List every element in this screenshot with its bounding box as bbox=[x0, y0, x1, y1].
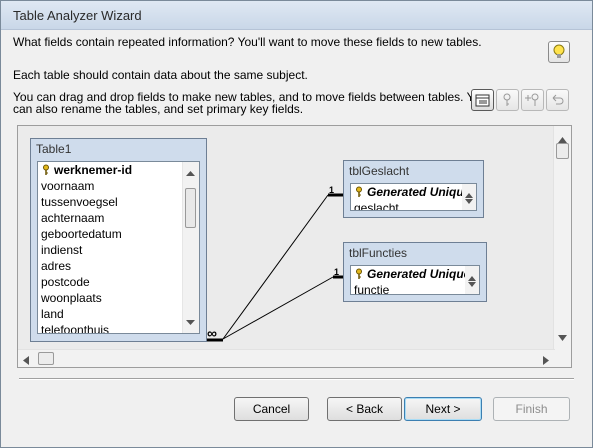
tblgeslacht-scrollbar[interactable] bbox=[462, 184, 476, 210]
scroll-up-icon[interactable] bbox=[186, 166, 195, 180]
table1-scrollbar[interactable] bbox=[182, 162, 199, 333]
tblfuncties-scrollbar[interactable] bbox=[465, 266, 479, 294]
key-icon bbox=[41, 164, 51, 176]
table1-field[interactable]: postcode bbox=[38, 274, 199, 290]
rename-table-icon bbox=[475, 94, 490, 107]
key-icon bbox=[354, 186, 364, 198]
table-analyzer-wizard-window: Table Analyzer Wizard What fields contai… bbox=[0, 0, 593, 448]
table1-title: Table1 bbox=[36, 142, 72, 156]
tblfuncties-field-list[interactable]: Generated Unique functie bbox=[350, 265, 480, 295]
lightbulb-icon[interactable] bbox=[548, 41, 570, 63]
tblfuncties-field[interactable]: functie bbox=[351, 282, 479, 294]
cancel-button[interactable]: Cancel bbox=[234, 397, 309, 421]
tblgeslacht-title: tblGeslacht bbox=[349, 164, 410, 178]
tblgeslacht-field[interactable]: geslacht bbox=[351, 200, 476, 210]
table1-field[interactable]: indienst bbox=[38, 242, 199, 258]
tblgeslacht-key-field[interactable]: Generated Unique bbox=[351, 184, 476, 200]
scrollbar-corner bbox=[554, 350, 571, 367]
table1-field[interactable]: woonplaats bbox=[38, 290, 199, 306]
tblfuncties-key-field-label: Generated Unique bbox=[367, 267, 471, 281]
table1-field-list[interactable]: werknemer-id voornaam tussenvoegsel acht… bbox=[37, 161, 200, 334]
tblgeslacht-field-list[interactable]: Generated Unique geslacht bbox=[350, 183, 477, 211]
canvas-vscroll-thumb[interactable] bbox=[556, 143, 569, 159]
tblfuncties-key-field[interactable]: Generated Unique bbox=[351, 266, 479, 282]
table1-field[interactable]: adres bbox=[38, 258, 199, 274]
tblgeslacht-key-field-label: Generated Unique bbox=[367, 185, 471, 199]
scroll-right-icon[interactable] bbox=[543, 354, 549, 367]
table1-field[interactable]: land bbox=[38, 306, 199, 322]
scroll-down-icon[interactable] bbox=[558, 330, 567, 344]
table1-field[interactable]: tussenvoegsel bbox=[38, 194, 199, 210]
undo-icon bbox=[552, 94, 564, 105]
rename-table-button[interactable] bbox=[471, 89, 494, 111]
instruction-line-2: Each table should contain data about the… bbox=[13, 68, 308, 82]
next-button[interactable]: Next > bbox=[404, 397, 482, 421]
canvas-horizontal-scrollbar[interactable] bbox=[18, 349, 555, 367]
add-generated-key-button[interactable] bbox=[521, 89, 544, 111]
footer-separator bbox=[19, 378, 574, 380]
table1-box[interactable]: Table1 werknemer-id voornaam tussenvoegs… bbox=[30, 138, 207, 342]
back-button[interactable]: < Back bbox=[327, 397, 402, 421]
set-primary-key-icon bbox=[503, 93, 511, 106]
one-label-functies: 1 bbox=[334, 267, 340, 277]
table1-field[interactable]: voornaam bbox=[38, 178, 199, 194]
undo-button[interactable] bbox=[546, 89, 569, 111]
key-icon bbox=[354, 268, 364, 280]
add-generated-key-icon bbox=[525, 93, 539, 106]
tblfuncties-title: tblFuncties bbox=[349, 246, 408, 260]
finish-button[interactable]: Finish bbox=[493, 397, 570, 421]
title-bar: Table Analyzer Wizard bbox=[1, 1, 592, 30]
table1-field[interactable]: geboortedatum bbox=[38, 226, 199, 242]
instruction-line-4: can also rename the tables, and set prim… bbox=[13, 102, 304, 116]
set-primary-key-button[interactable] bbox=[496, 89, 519, 111]
tblgeslacht-box[interactable]: tblGeslacht Generated Unique geslacht bbox=[343, 160, 484, 218]
many-label: ∞ bbox=[207, 325, 217, 341]
window-title: Table Analyzer Wizard bbox=[13, 8, 142, 23]
table1-key-field[interactable]: werknemer-id bbox=[38, 162, 199, 178]
scroll-left-icon[interactable] bbox=[23, 354, 29, 367]
scroll-down-icon[interactable] bbox=[465, 193, 473, 207]
table-layout-canvas[interactable]: 1 1 ∞ Table1 werknemer-id voornaam tusse… bbox=[17, 125, 572, 368]
table1-field[interactable]: achternaam bbox=[38, 210, 199, 226]
table1-field[interactable]: telefoonthuis bbox=[38, 322, 199, 333]
canvas-vertical-scrollbar[interactable] bbox=[553, 126, 571, 350]
canvas-hscroll-thumb[interactable] bbox=[38, 352, 54, 365]
table1-scroll-thumb[interactable] bbox=[185, 188, 196, 228]
scroll-down-icon[interactable] bbox=[186, 315, 195, 329]
instruction-line-1: What fields contain repeated information… bbox=[13, 35, 482, 49]
scroll-down-icon[interactable] bbox=[468, 276, 476, 290]
table1-key-field-label: werknemer-id bbox=[54, 163, 133, 177]
one-label-geslacht: 1 bbox=[329, 185, 335, 195]
tblfuncties-box[interactable]: tblFuncties Generated Unique functie bbox=[343, 242, 487, 302]
